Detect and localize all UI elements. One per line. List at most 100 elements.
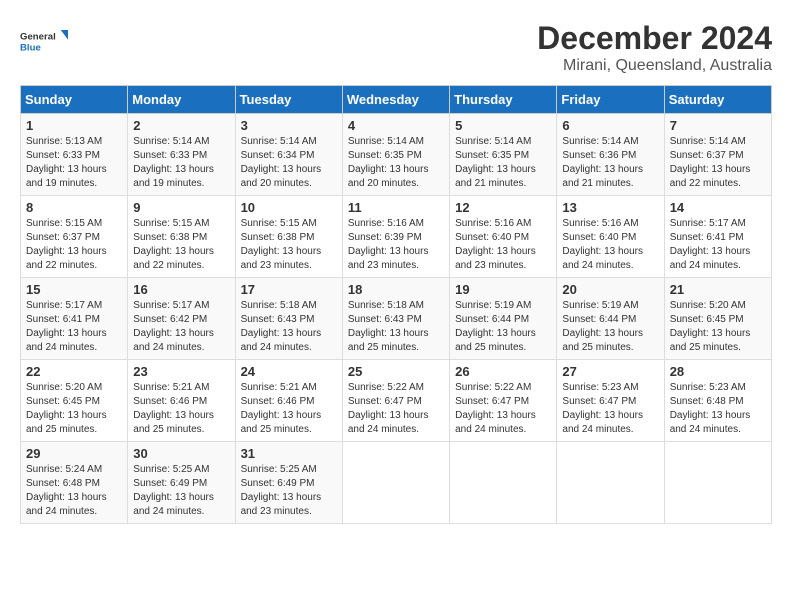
cell-content: Sunrise: 5:15 AMSunset: 6:38 PMDaylight:… xyxy=(241,218,322,271)
cell-content: Sunrise: 5:15 AMSunset: 6:37 PMDaylight:… xyxy=(26,218,107,271)
day-number: 26 xyxy=(455,364,551,379)
calendar-cell xyxy=(342,442,449,524)
day-number: 31 xyxy=(241,446,337,461)
cell-content: Sunrise: 5:17 AMSunset: 6:41 PMDaylight:… xyxy=(670,218,751,271)
calendar-cell: 16 Sunrise: 5:17 AMSunset: 6:42 PMDayligh… xyxy=(128,278,235,360)
calendar-cell: 15 Sunrise: 5:17 AMSunset: 6:41 PMDayligh… xyxy=(21,278,128,360)
cell-content: Sunrise: 5:14 AMSunset: 6:33 PMDaylight:… xyxy=(133,136,214,189)
calendar-cell: 26 Sunrise: 5:22 AMSunset: 6:47 PMDayligh… xyxy=(450,360,557,442)
calendar-cell: 19 Sunrise: 5:19 AMSunset: 6:44 PMDayligh… xyxy=(450,278,557,360)
calendar-cell: 24 Sunrise: 5:21 AMSunset: 6:46 PMDayligh… xyxy=(235,360,342,442)
cell-content: Sunrise: 5:14 AMSunset: 6:37 PMDaylight:… xyxy=(670,136,751,189)
day-number: 9 xyxy=(133,200,229,215)
calendar-week-row: 29 Sunrise: 5:24 AMSunset: 6:48 PMDayligh… xyxy=(21,442,772,524)
day-number: 11 xyxy=(348,200,444,215)
day-number: 17 xyxy=(241,282,337,297)
cell-content: Sunrise: 5:22 AMSunset: 6:47 PMDaylight:… xyxy=(348,382,429,435)
cell-content: Sunrise: 5:14 AMSunset: 6:36 PMDaylight:… xyxy=(562,136,643,189)
calendar-cell: 13 Sunrise: 5:16 AMSunset: 6:40 PMDayligh… xyxy=(557,196,664,278)
calendar-cell: 2 Sunrise: 5:14 AMSunset: 6:33 PMDaylight… xyxy=(128,114,235,196)
cell-content: Sunrise: 5:20 AMSunset: 6:45 PMDaylight:… xyxy=(26,382,107,435)
svg-text:General: General xyxy=(20,32,56,43)
day-number: 4 xyxy=(348,118,444,133)
day-number: 21 xyxy=(670,282,766,297)
cell-content: Sunrise: 5:15 AMSunset: 6:38 PMDaylight:… xyxy=(133,218,214,271)
calendar-cell: 9 Sunrise: 5:15 AMSunset: 6:38 PMDaylight… xyxy=(128,196,235,278)
day-number: 19 xyxy=(455,282,551,297)
day-number: 1 xyxy=(26,118,122,133)
cell-content: Sunrise: 5:25 AMSunset: 6:49 PMDaylight:… xyxy=(133,464,214,517)
cell-content: Sunrise: 5:21 AMSunset: 6:46 PMDaylight:… xyxy=(241,382,322,435)
title-area: December 2024 Mirani, Queensland, Austra… xyxy=(537,20,772,75)
calendar-cell xyxy=(450,442,557,524)
cell-content: Sunrise: 5:21 AMSunset: 6:46 PMDaylight:… xyxy=(133,382,214,435)
day-number: 22 xyxy=(26,364,122,379)
calendar-cell: 27 Sunrise: 5:23 AMSunset: 6:47 PMDayligh… xyxy=(557,360,664,442)
calendar-cell: 30Sunrise: 5:25 AMSunset: 6:49 PMDayligh… xyxy=(128,442,235,524)
logo: General Blue xyxy=(20,20,68,64)
cell-content: Sunrise: 5:14 AMSunset: 6:35 PMDaylight:… xyxy=(455,136,536,189)
cell-content: Sunrise: 5:17 AMSunset: 6:41 PMDaylight:… xyxy=(26,300,107,353)
calendar-cell: 12Sunrise: 5:16 AMSunset: 6:40 PMDayligh… xyxy=(450,196,557,278)
calendar-cell: 8 Sunrise: 5:15 AMSunset: 6:37 PMDaylight… xyxy=(21,196,128,278)
weekday-header: Saturday xyxy=(664,86,771,114)
weekday-header: Thursday xyxy=(450,86,557,114)
weekday-header: Monday xyxy=(128,86,235,114)
calendar-week-row: 15 Sunrise: 5:17 AMSunset: 6:41 PMDayligh… xyxy=(21,278,772,360)
calendar-cell: 6 Sunrise: 5:14 AMSunset: 6:36 PMDaylight… xyxy=(557,114,664,196)
weekday-header-row: SundayMondayTuesdayWednesdayThursdayFrid… xyxy=(21,86,772,114)
day-number: 27 xyxy=(562,364,658,379)
calendar-cell: 10Sunrise: 5:15 AMSunset: 6:38 PMDayligh… xyxy=(235,196,342,278)
day-number: 15 xyxy=(26,282,122,297)
day-number: 7 xyxy=(670,118,766,133)
calendar-cell: 20 Sunrise: 5:19 AMSunset: 6:44 PMDayligh… xyxy=(557,278,664,360)
calendar-cell: 18Sunrise: 5:18 AMSunset: 6:43 PMDayligh… xyxy=(342,278,449,360)
cell-content: Sunrise: 5:16 AMSunset: 6:39 PMDaylight:… xyxy=(348,218,429,271)
calendar-cell: 21 Sunrise: 5:20 AMSunset: 6:45 PMDayligh… xyxy=(664,278,771,360)
logo-svg: General Blue xyxy=(20,20,68,64)
day-number: 13 xyxy=(562,200,658,215)
day-number: 6 xyxy=(562,118,658,133)
day-number: 5 xyxy=(455,118,551,133)
cell-content: Sunrise: 5:13 AMSunset: 6:33 PMDaylight:… xyxy=(26,136,107,189)
cell-content: Sunrise: 5:23 AMSunset: 6:47 PMDaylight:… xyxy=(562,382,643,435)
weekday-header: Wednesday xyxy=(342,86,449,114)
cell-content: Sunrise: 5:18 AMSunset: 6:43 PMDaylight:… xyxy=(241,300,322,353)
calendar-table: SundayMondayTuesdayWednesdayThursdayFrid… xyxy=(20,85,772,524)
weekday-header: Tuesday xyxy=(235,86,342,114)
calendar-cell: 28 Sunrise: 5:23 AMSunset: 6:48 PMDayligh… xyxy=(664,360,771,442)
day-number: 20 xyxy=(562,282,658,297)
day-number: 18 xyxy=(348,282,444,297)
header: General Blue December 2024 Mirani, Queen… xyxy=(20,20,772,75)
day-number: 28 xyxy=(670,364,766,379)
calendar-cell: 1 Sunrise: 5:13 AMSunset: 6:33 PMDaylight… xyxy=(21,114,128,196)
calendar-week-row: 1 Sunrise: 5:13 AMSunset: 6:33 PMDaylight… xyxy=(21,114,772,196)
calendar-cell: 25Sunrise: 5:22 AMSunset: 6:47 PMDayligh… xyxy=(342,360,449,442)
cell-content: Sunrise: 5:23 AMSunset: 6:48 PMDaylight:… xyxy=(670,382,751,435)
calendar-cell: 5 Sunrise: 5:14 AMSunset: 6:35 PMDaylight… xyxy=(450,114,557,196)
cell-content: Sunrise: 5:24 AMSunset: 6:48 PMDaylight:… xyxy=(26,464,107,517)
day-number: 3 xyxy=(241,118,337,133)
calendar-cell: 31 Sunrise: 5:25 AMSunset: 6:49 PMDayligh… xyxy=(235,442,342,524)
calendar-cell: 11 Sunrise: 5:16 AMSunset: 6:39 PMDayligh… xyxy=(342,196,449,278)
calendar-cell: 29 Sunrise: 5:24 AMSunset: 6:48 PMDayligh… xyxy=(21,442,128,524)
weekday-header: Sunday xyxy=(21,86,128,114)
cell-content: Sunrise: 5:17 AMSunset: 6:42 PMDaylight:… xyxy=(133,300,214,353)
day-number: 2 xyxy=(133,118,229,133)
calendar-cell: 14Sunrise: 5:17 AMSunset: 6:41 PMDayligh… xyxy=(664,196,771,278)
day-number: 8 xyxy=(26,200,122,215)
calendar-cell xyxy=(557,442,664,524)
day-number: 12 xyxy=(455,200,551,215)
day-number: 16 xyxy=(133,282,229,297)
cell-content: Sunrise: 5:20 AMSunset: 6:45 PMDaylight:… xyxy=(670,300,751,353)
day-number: 24 xyxy=(241,364,337,379)
cell-content: Sunrise: 5:14 AMSunset: 6:35 PMDaylight:… xyxy=(348,136,429,189)
cell-content: Sunrise: 5:19 AMSunset: 6:44 PMDaylight:… xyxy=(455,300,536,353)
cell-content: Sunrise: 5:19 AMSunset: 6:44 PMDaylight:… xyxy=(562,300,643,353)
calendar-cell: 3Sunrise: 5:14 AMSunset: 6:34 PMDaylight… xyxy=(235,114,342,196)
cell-content: Sunrise: 5:16 AMSunset: 6:40 PMDaylight:… xyxy=(562,218,643,271)
calendar-week-row: 8 Sunrise: 5:15 AMSunset: 6:37 PMDaylight… xyxy=(21,196,772,278)
cell-content: Sunrise: 5:22 AMSunset: 6:47 PMDaylight:… xyxy=(455,382,536,435)
day-number: 29 xyxy=(26,446,122,461)
cell-content: Sunrise: 5:25 AMSunset: 6:49 PMDaylight:… xyxy=(241,464,322,517)
